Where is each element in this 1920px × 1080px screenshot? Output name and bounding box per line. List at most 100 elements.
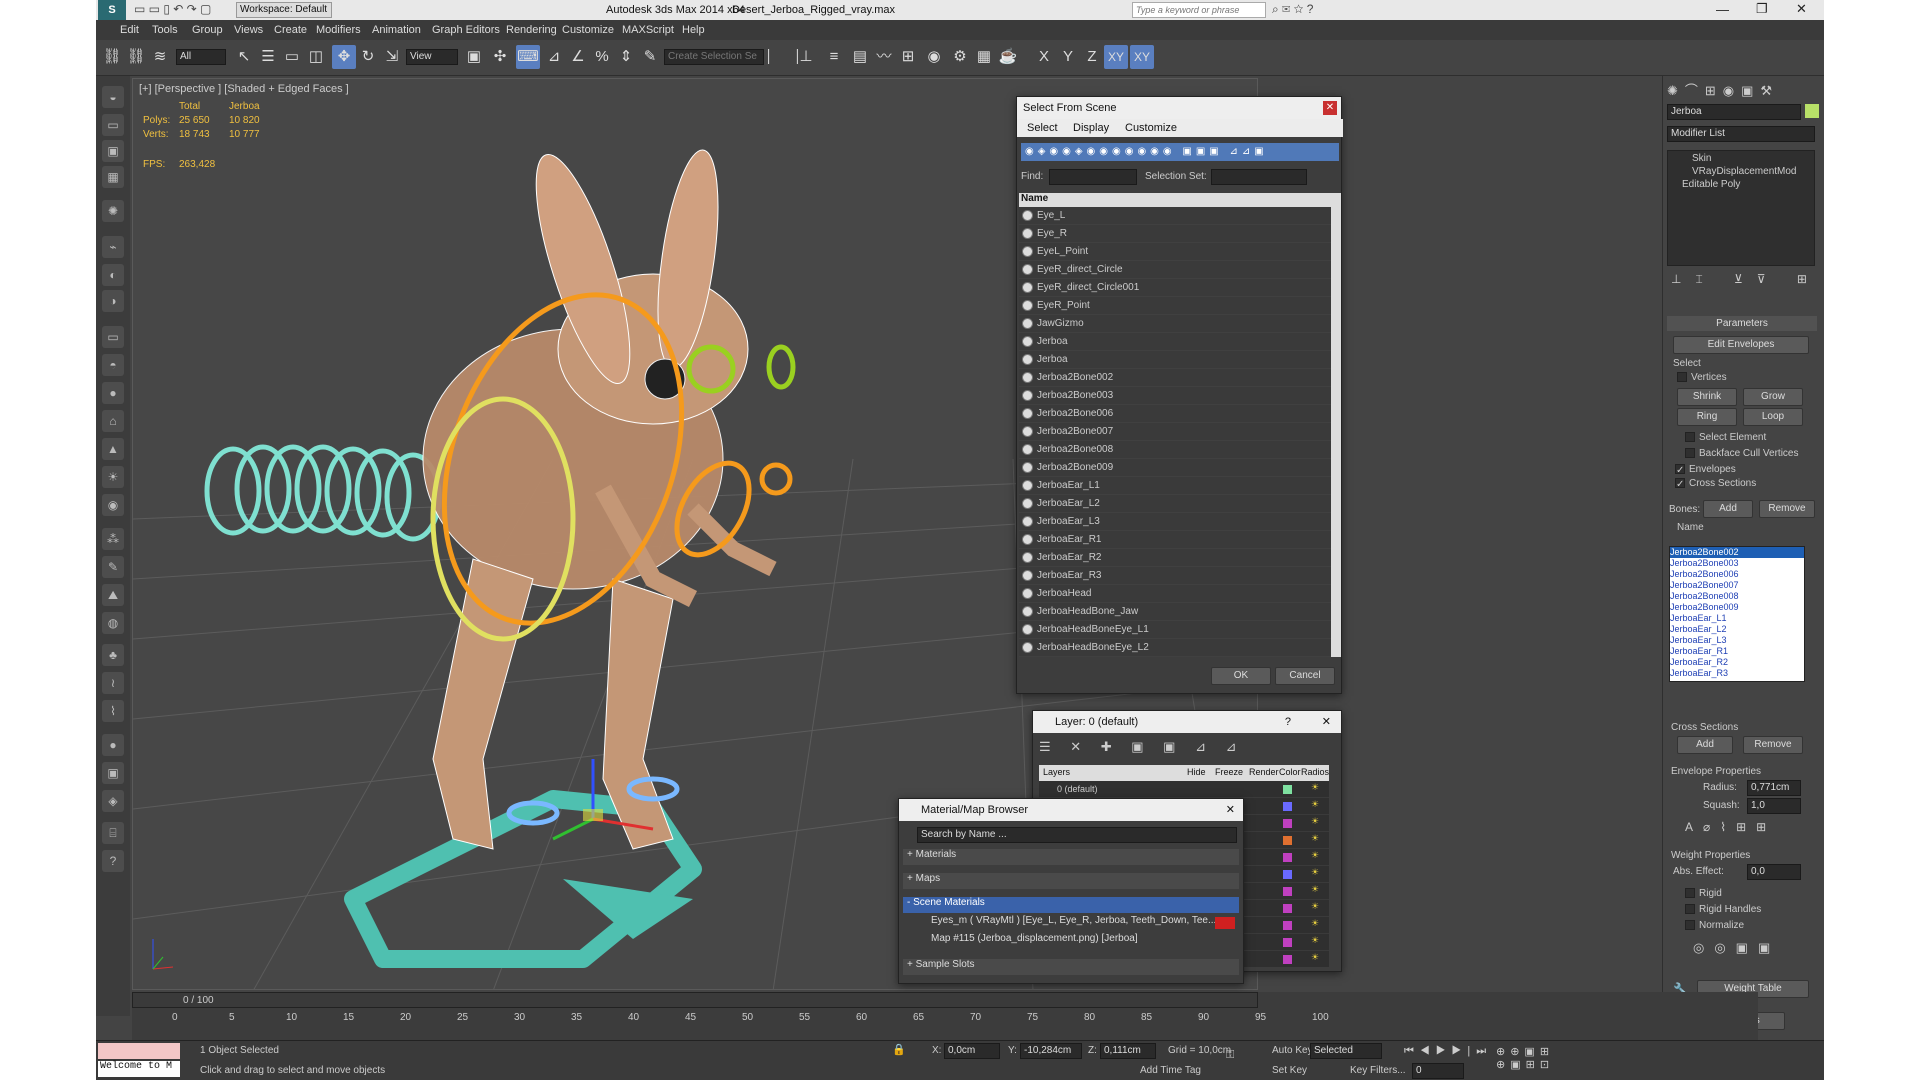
menu-help[interactable]: Help — [682, 24, 705, 36]
list-item[interactable]: JerboaEar_L1 — [1019, 477, 1331, 495]
list-item[interactable]: JerboaEar_R2 — [1019, 549, 1331, 567]
spacewarp-icon[interactable]: ◑ — [102, 290, 124, 312]
list-item[interactable]: JerboaEar_R3 — [1019, 567, 1331, 585]
list-item[interactable]: JerboaHeadBoneEye_L1 — [1019, 621, 1331, 639]
bone-item[interactable]: Jerboa2Bone008 — [1670, 591, 1804, 602]
layer-color-swatch[interactable] — [1283, 921, 1292, 930]
list-item[interactable]: JerboaHead — [1019, 585, 1331, 603]
remove-bone-button[interactable]: Remove — [1759, 500, 1815, 518]
key-icon[interactable]: ⚿ — [1226, 1049, 1234, 1062]
particles-icon[interactable]: ⁂ — [102, 528, 124, 550]
layer-toolbar[interactable]: ☰ ✕ ✚ ▣ ▣ ⊿ ⊿ — [1039, 739, 1244, 755]
unlink-icon[interactable]: ⛓ — [124, 45, 148, 69]
help-icon[interactable]: ? — [1285, 711, 1291, 733]
list-item[interactable]: JerboaHeadBoneEye_L2 — [1019, 639, 1331, 657]
list-item[interactable]: Eye_R — [1019, 225, 1331, 243]
playback-controls[interactable]: ⏮◀▶▶|⏭ — [1404, 1045, 1492, 1058]
ok-button[interactable]: OK — [1211, 667, 1271, 685]
list-item[interactable]: EyeR_direct_Circle — [1019, 261, 1331, 279]
render-icon[interactable]: ☕ — [996, 45, 1020, 69]
move-icon[interactable]: ✥ — [332, 45, 356, 69]
menu-maxscript[interactable]: MAXScript — [622, 24, 674, 36]
command-panel-tabs[interactable]: ✺⌒⊞◉▣⚒ — [1667, 80, 1817, 100]
minimize-icon[interactable]: — — [1716, 2, 1729, 17]
edit-named-sel-icon[interactable]: ✎ — [638, 45, 662, 69]
box-icon[interactable]: ▣ — [102, 140, 124, 162]
layer-color-swatch[interactable] — [1283, 904, 1292, 913]
ref-coord-dropdown[interactable]: View — [406, 49, 458, 65]
section-maps[interactable]: + Maps — [903, 873, 1239, 889]
radiosity-icon[interactable]: ☀ — [1311, 850, 1319, 861]
key-filters-button[interactable]: Key Filters... — [1350, 1065, 1406, 1076]
radiosity-icon[interactable]: ☀ — [1311, 782, 1319, 793]
plant-icon[interactable]: ♣ — [102, 644, 124, 666]
col-radiosity[interactable]: Radiosity — [1301, 767, 1329, 777]
light-icon[interactable]: ✺ — [102, 200, 124, 222]
list-item[interactable]: Eye_L — [1019, 207, 1331, 225]
layer-color-swatch[interactable] — [1283, 819, 1292, 828]
paint-icon[interactable]: ✎ — [102, 556, 124, 578]
radiosity-icon[interactable]: ☀ — [1311, 952, 1319, 963]
snap-toggle-icon[interactable]: ⊿ — [542, 45, 566, 69]
window-crossing-icon[interactable]: ◫ — [304, 45, 328, 69]
close-icon[interactable]: ✕ — [1796, 1, 1807, 17]
viewport-nav-controls[interactable]: ⊕⊕▣⊞ ⊕▣⊞⊡ — [1496, 1045, 1554, 1071]
layer-color-swatch[interactable] — [1283, 938, 1292, 947]
rect-icon[interactable]: ▭ — [102, 326, 124, 348]
maxscript-listener[interactable]: Welcome to M — [98, 1061, 180, 1077]
select-by-name-icon[interactable]: ☰ — [256, 45, 280, 69]
help-icons[interactable]: ⌕ ✉ ☆ ? — [1272, 2, 1313, 17]
menu-select[interactable]: Select — [1027, 122, 1058, 134]
material-search-input[interactable]: Search by Name ... — [917, 827, 1237, 843]
axis-z-button[interactable]: Z — [1080, 45, 1104, 69]
list-item[interactable]: Jerboa — [1019, 333, 1331, 351]
section-materials[interactable]: + Materials — [903, 849, 1239, 865]
z-coord-field[interactable]: 0,111cm — [1100, 1043, 1156, 1059]
normalize-checkbox[interactable]: Normalize — [1685, 920, 1744, 931]
find-input[interactable] — [1049, 169, 1137, 185]
col-freeze[interactable]: Freeze — [1215, 767, 1243, 777]
cs-remove-button[interactable]: Remove — [1743, 736, 1803, 754]
scene-map-item[interactable]: Map #115 (Jerboa_displacement.png) [Jerb… — [911, 933, 1239, 949]
tape-icon[interactable]: ⌸ — [102, 822, 124, 844]
backface-cull-checkbox[interactable]: Backface Cull Vertices — [1685, 448, 1799, 459]
col-hide[interactable]: Hide — [1187, 767, 1206, 777]
lock-icon[interactable]: 🔒 — [892, 1043, 906, 1056]
radiosity-icon[interactable]: ☀ — [1311, 867, 1319, 878]
bone-item[interactable]: JerboaEar_L3 — [1670, 635, 1804, 646]
hat-icon[interactable]: ⌂ — [102, 410, 124, 432]
bone-item[interactable]: Jerboa2Bone003 — [1670, 558, 1804, 569]
axis-x-button[interactable]: X — [1032, 45, 1056, 69]
bone-item-selected[interactable]: Jerboa2Bone002 — [1670, 547, 1804, 558]
ring-button[interactable]: Ring — [1677, 408, 1737, 426]
menu-tools[interactable]: Tools — [152, 24, 178, 36]
select-manipulate-icon[interactable]: ✣ — [488, 45, 512, 69]
radiosity-icon[interactable]: ☀ — [1311, 884, 1319, 895]
add-bone-button[interactable]: Add — [1703, 500, 1753, 518]
material-editor-icon[interactable]: ◉ — [922, 45, 946, 69]
key-mode-dropdown[interactable]: Selected — [1310, 1043, 1382, 1059]
curve-editor-icon[interactable]: 〰 — [872, 45, 896, 69]
col-color[interactable]: Color — [1279, 767, 1301, 777]
stack-item-editable-poly[interactable]: Editable Poly — [1668, 177, 1814, 192]
parameters-rollout[interactable]: Parameters — [1667, 316, 1817, 331]
section-sample-slots[interactable]: + Sample Slots — [903, 959, 1239, 975]
envelopes-checkbox[interactable]: ✓ Envelopes — [1675, 464, 1736, 476]
menu-customize[interactable]: Customize — [1125, 122, 1177, 134]
envelope-tools[interactable]: A⌀⌇⊞⊞ — [1685, 820, 1776, 834]
bone-item[interactable]: JerboaEar_L1 — [1670, 613, 1804, 624]
rotate-icon[interactable]: ↻ — [356, 45, 380, 69]
object-color-swatch[interactable] — [1805, 104, 1819, 118]
selection-set-dropdown[interactable] — [1211, 169, 1307, 185]
radius-spinner[interactable]: 0,771cm — [1747, 780, 1801, 796]
mirror-icon[interactable]: ⎸⎹ — [768, 45, 798, 69]
axis-xy-cycle-button[interactable]: XY — [1130, 45, 1154, 69]
cone-icon[interactable]: ▲ — [102, 438, 124, 460]
abs-effect-spinner[interactable]: 0,0 — [1747, 864, 1801, 880]
menu-display[interactable]: Display — [1073, 122, 1109, 134]
section-scene-materials[interactable]: - Scene Materials — [903, 897, 1239, 913]
stack-item-vray-disp[interactable]: VRayDisplacementMod — [1668, 166, 1814, 177]
radiosity-icon[interactable]: ☀ — [1311, 935, 1319, 946]
radiosity-icon[interactable]: ☀ — [1311, 799, 1319, 810]
render-setup-icon[interactable]: ⚙ — [948, 45, 972, 69]
